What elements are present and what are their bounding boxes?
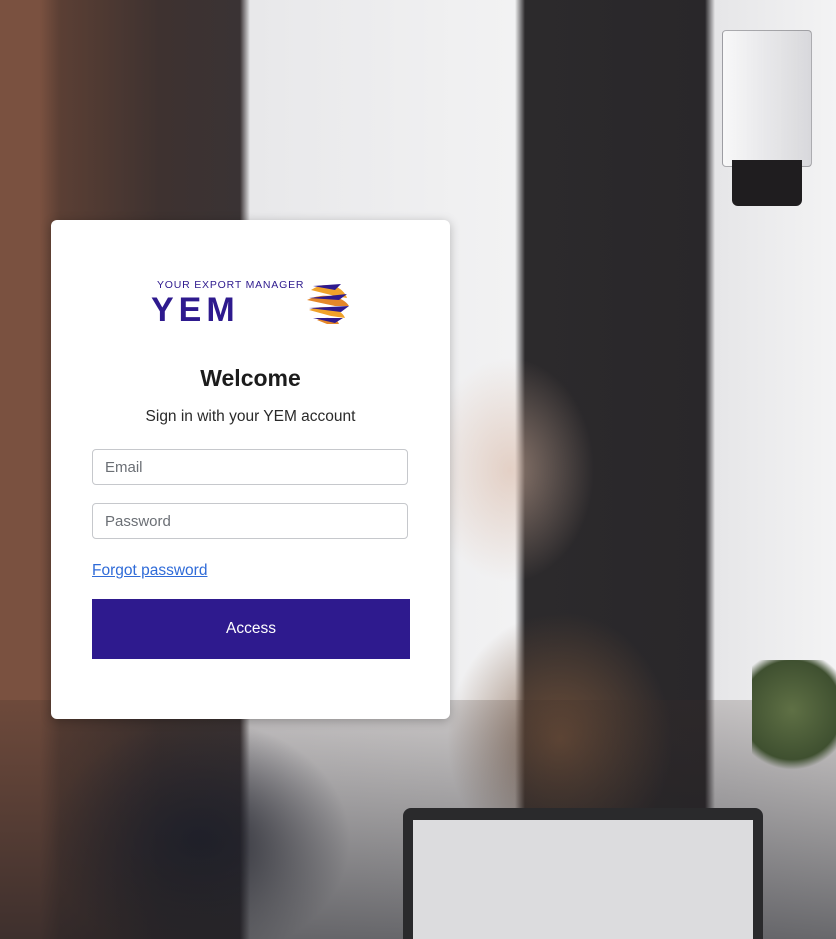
background-laptop-screen (413, 820, 753, 939)
login-card: YOUR EXPORT MANAGER YEM Welcome Sign in … (51, 220, 450, 719)
password-field[interactable] (92, 503, 408, 539)
email-field[interactable] (92, 449, 408, 485)
page-title: Welcome (200, 365, 301, 391)
yem-logo: YOUR EXPORT MANAGER YEM (151, 279, 349, 326)
background-lamp (722, 30, 812, 167)
forgot-password-link[interactable]: Forgot password (92, 562, 207, 580)
page-subtitle: Sign in with your YEM account (145, 408, 356, 425)
access-button[interactable]: Access (92, 599, 410, 659)
background-plant (752, 660, 836, 780)
globe-arrows-icon (307, 284, 349, 324)
logo-tagline: YOUR EXPORT MANAGER (157, 279, 304, 291)
background-lamp-base (732, 160, 802, 206)
logo-wordmark: YEM (151, 291, 240, 326)
